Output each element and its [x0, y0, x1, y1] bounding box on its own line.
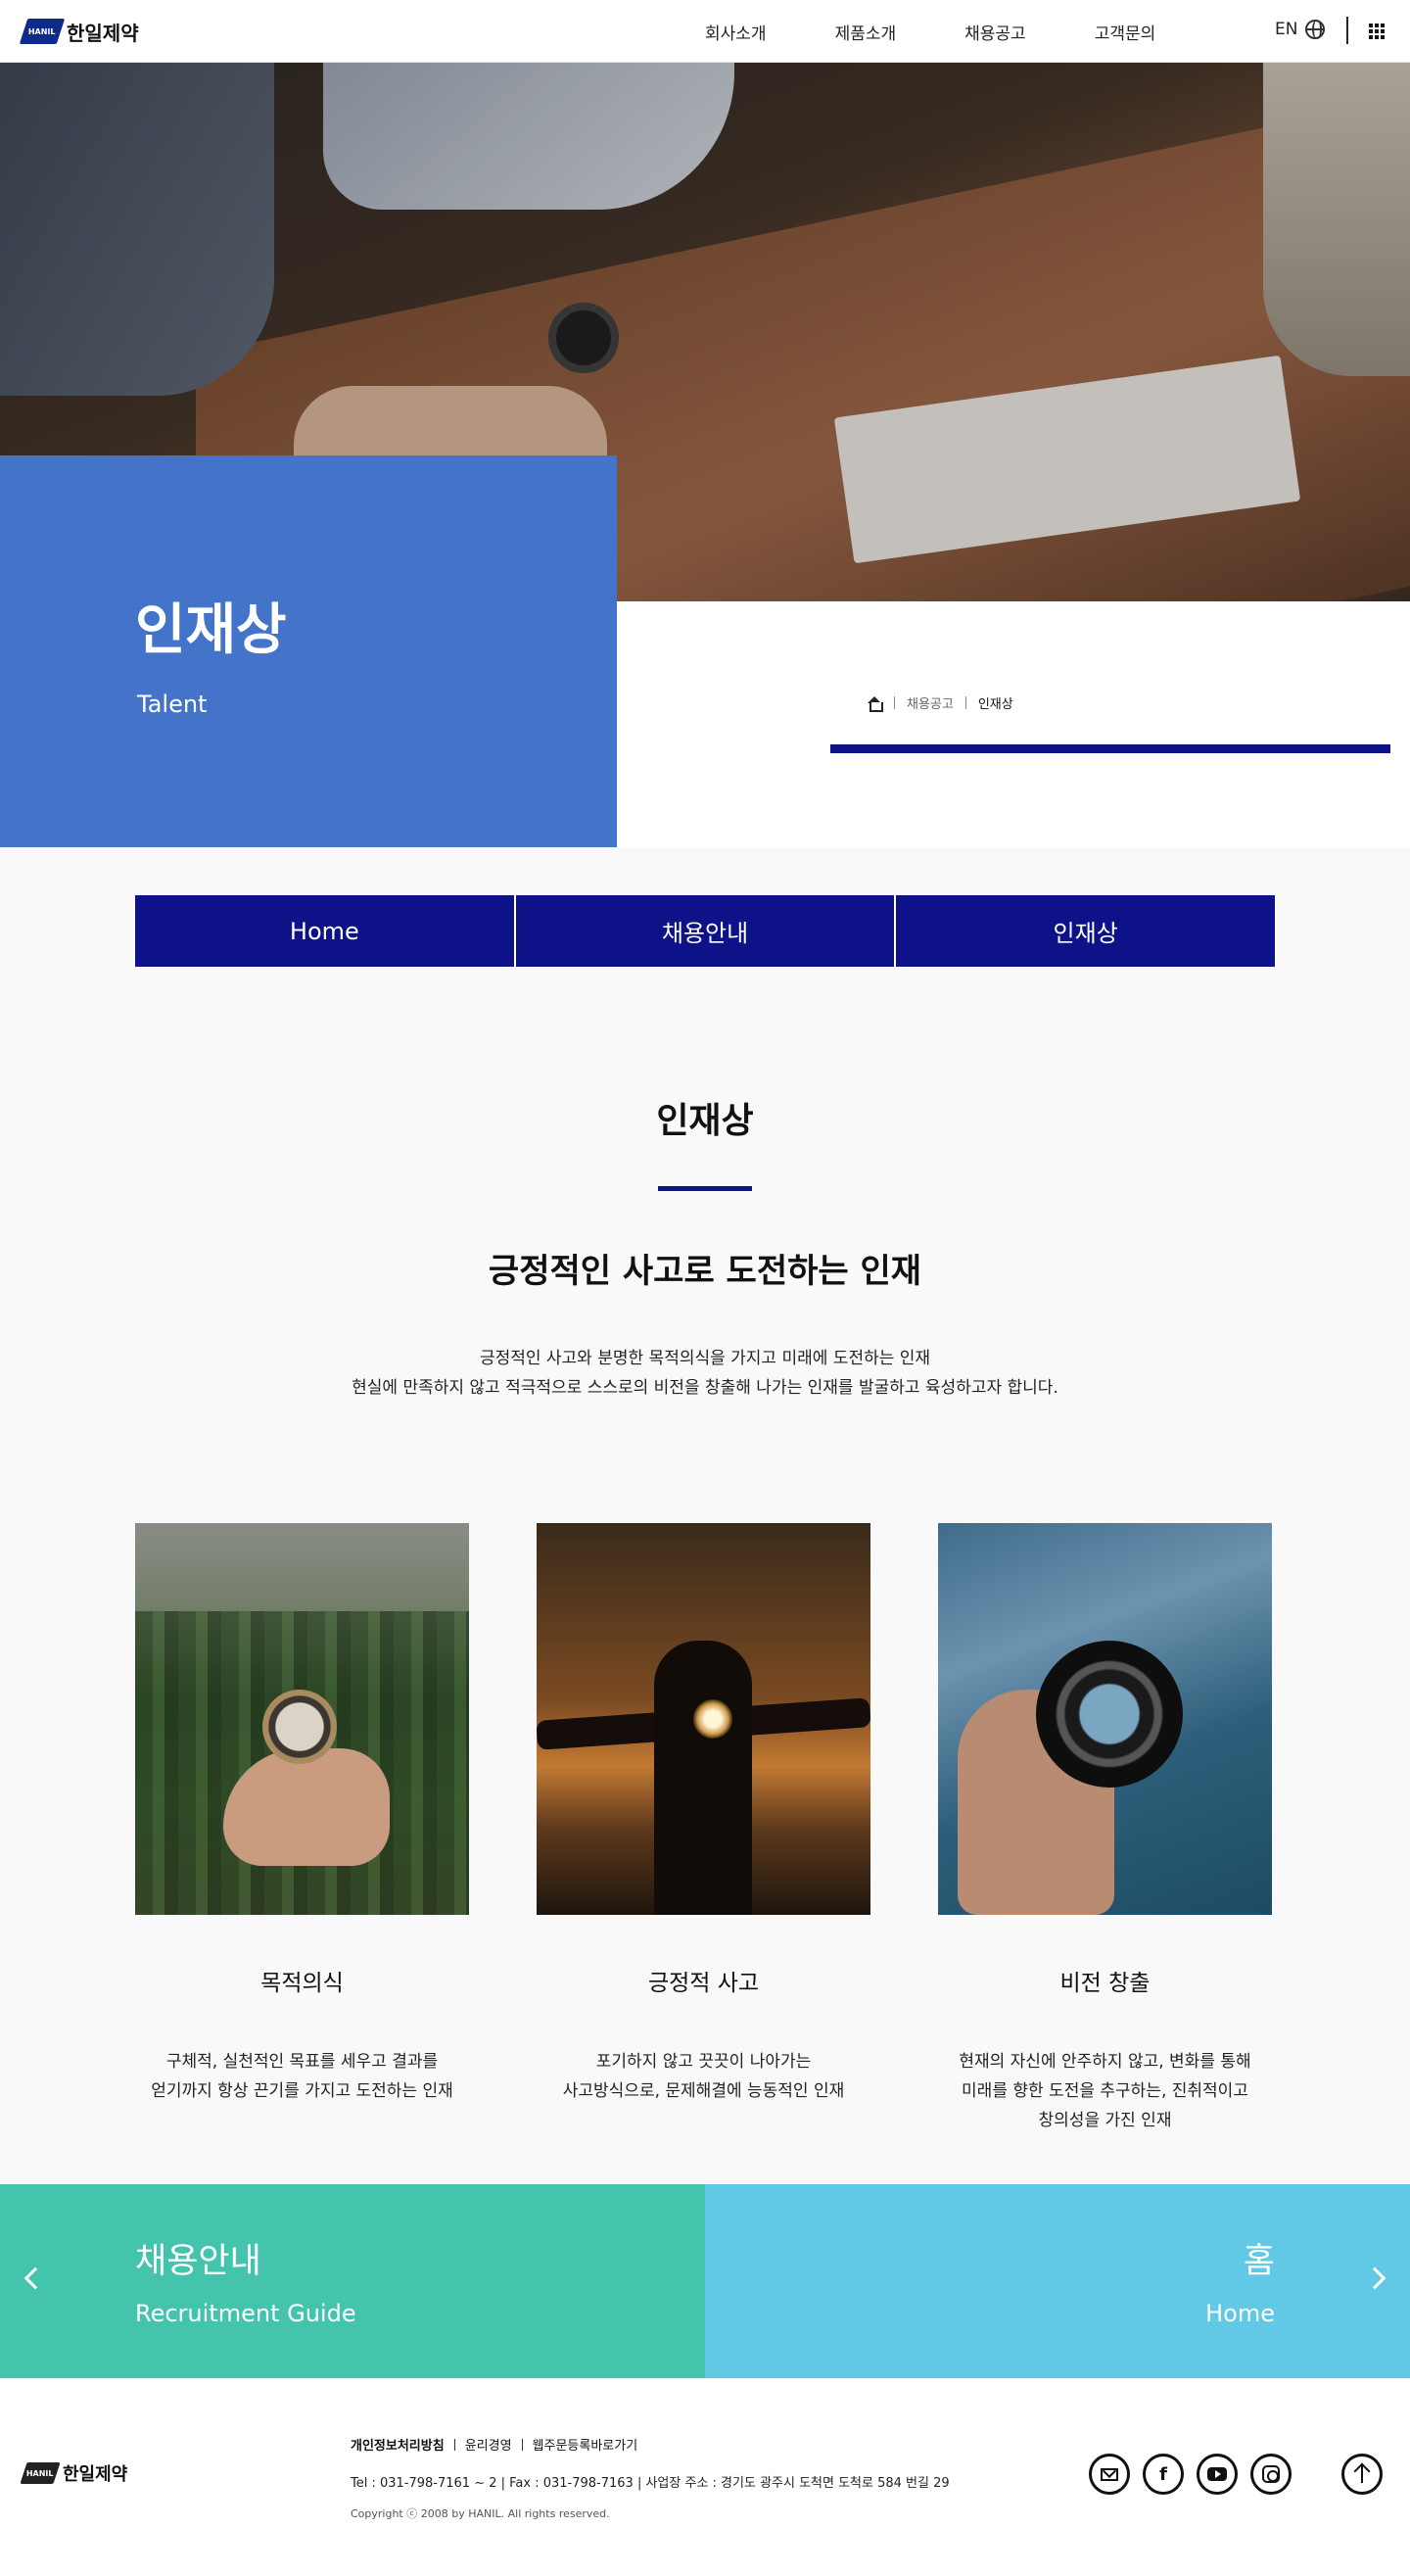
globe-icon [1305, 20, 1326, 39]
site-header: HANIL 한일제약 회사소개 제품소개 채용공고 고객문의 EN [0, 0, 1410, 63]
logo-text: 한일제약 [63, 2464, 128, 2485]
description-line: 긍정적인 사고와 분명한 목적의식을 가지고 미래에 도전하는 인재 [479, 1349, 931, 1368]
card-description-line: 사고방식으로, 문제해결에 능동적인 인재 [562, 2081, 845, 2101]
language-switch[interactable]: EN [1275, 20, 1326, 39]
tab-recruit-guide[interactable]: 채용안내 [515, 895, 897, 967]
chevron-right-icon [1363, 2266, 1386, 2290]
compass-icon [262, 1690, 337, 1764]
privacy-policy-link[interactable]: 개인정보처리방침 [351, 2435, 445, 2454]
person-silhouette [654, 1641, 752, 1915]
site-footer: HANIL 한일제약 개인정보처리방침 윤리경영 웹주문등록바로가기 Tel :… [0, 2378, 1410, 2576]
banner-subtitle: Home [1205, 2300, 1275, 2327]
logo-text: 한일제약 [67, 21, 139, 45]
camera-lens [1036, 1641, 1183, 1788]
instagram-glyph [1262, 2465, 1280, 2483]
breadcrumb-bar [830, 744, 1390, 753]
tab-home[interactable]: Home [135, 895, 516, 967]
card-image-sunset [537, 1523, 870, 1915]
card-title: 비전 창출 [1059, 1971, 1151, 1996]
nav-recruit[interactable]: 채용공고 [964, 20, 1026, 44]
card-description: 현재의 자신에 안주하지 않고, 변화를 통해 미래를 향한 도전을 추구하는,… [938, 2047, 1272, 2135]
chevron-left-icon [24, 2266, 47, 2290]
breadcrumb-separator [964, 696, 966, 709]
mail-glyph [1101, 2467, 1118, 2481]
card-description-line: 창의성을 가진 인재 [1038, 2111, 1172, 2130]
description-line: 현실에 만족하지 않고 적극적으로 스스로의 비전을 창출해 나가는 인재를 발… [352, 1378, 1058, 1398]
scroll-top-icon[interactable] [1341, 2454, 1383, 2495]
breadcrumb-current: 인재상 [977, 697, 1013, 712]
web-order-link[interactable]: 웹주문등록바로가기 [533, 2435, 638, 2454]
nav-contact[interactable]: 고객문의 [1095, 20, 1156, 44]
card-title: 목적의식 [260, 1971, 344, 1996]
footer-logo[interactable]: HANIL 한일제약 [20, 2460, 128, 2486]
section-description: 긍정적인 사고와 분명한 목적의식을 가지고 미래에 도전하는 인재 현실에 만… [0, 1344, 1410, 1403]
card-image-compass [135, 1523, 469, 1915]
section-headline: 긍정적인 사고로 도전하는 인재 [488, 1252, 922, 1291]
sun-glow [693, 1699, 732, 1739]
facebook-icon[interactable]: f [1143, 2454, 1184, 2495]
home-icon[interactable] [867, 695, 883, 712]
logo-mark: HANIL [20, 2462, 61, 2484]
mail-icon[interactable] [1089, 2454, 1130, 2495]
logo-mark-text: HANIL [28, 26, 56, 36]
footer-separator [453, 2438, 455, 2451]
logo-mark: HANIL [19, 19, 66, 44]
grid-menu-icon[interactable] [1369, 24, 1385, 39]
breadcrumb-recruit[interactable]: 채용공고 [907, 693, 954, 712]
main-nav: 회사소개 제품소개 채용공고 고객문의 [705, 0, 1224, 63]
breadcrumb-separator [894, 696, 895, 709]
site-logo[interactable]: HANIL 한일제약 [19, 18, 139, 45]
youtube-icon[interactable] [1197, 2454, 1238, 2495]
card-title: 긍정적 사고 [647, 1971, 760, 1996]
card-image-lens [938, 1523, 1272, 1915]
card-description-line: 포기하지 않고 끗끗이 나아가는 [595, 2052, 812, 2072]
page-subtitle: Talent [137, 691, 208, 718]
header-divider [1346, 17, 1348, 44]
footer-links: 개인정보처리방침 윤리경영 웹주문등록바로가기 [351, 2435, 637, 2454]
sub-nav-tabs: Home 채용안내 인재상 [135, 895, 1276, 967]
ethics-link[interactable]: 윤리경영 [465, 2435, 512, 2454]
card-description-line: 현재의 자신에 안주하지 않고, 변화를 통해 [959, 2052, 1251, 2072]
tab-talent[interactable]: 인재상 [896, 895, 1276, 967]
nav-products[interactable]: 제품소개 [835, 20, 897, 44]
page-title-box: 인재상 Talent [0, 455, 617, 847]
card-description: 구체적, 실천적인 목표를 세우고 결과를 얻기까지 항상 끈기를 가지고 도전… [135, 2047, 469, 2106]
hero-white-panel [617, 602, 1410, 847]
facebook-glyph: f [1159, 2463, 1167, 2485]
copyright: Copyright ⓒ 2008 by HANIL. All rights re… [351, 2507, 610, 2520]
footer-separator [521, 2438, 523, 2451]
language-label: EN [1275, 20, 1298, 39]
page-title: 인재상 [135, 598, 287, 662]
card-description-line: 얻기까지 항상 끈기를 가지고 도전하는 인재 [151, 2081, 453, 2101]
card-description: 포기하지 않고 끗끗이 나아가는 사고방식으로, 문제해결에 능동적인 인재 [537, 2047, 870, 2106]
card-description-line: 미래를 향한 도전을 추구하는, 진취적이고 [962, 2081, 1248, 2101]
prev-page-banner[interactable]: 채용안내 Recruitment Guide [0, 2184, 705, 2378]
main-content: Home 채용안내 인재상 인재상 긍정적인 사고로 도전하는 인재 긍정적인 … [0, 847, 1410, 2184]
company-info: Tel : 031-798-7161 ~ 2 | Fax : 031-798-7… [351, 2476, 950, 2491]
instagram-icon[interactable] [1250, 2454, 1292, 2495]
section-title-underline [658, 1186, 752, 1191]
banner-title: 홈 [1243, 2242, 1275, 2281]
nav-company[interactable]: 회사소개 [705, 20, 767, 44]
youtube-glyph [1207, 2467, 1227, 2481]
banner-title: 채용안내 [135, 2242, 261, 2281]
banner-subtitle: Recruitment Guide [135, 2300, 356, 2327]
logo-mark-text: HANIL [26, 2468, 54, 2478]
card-description-line: 구체적, 실천적인 목표를 세우고 결과를 [165, 2052, 439, 2072]
next-page-banner[interactable]: 홈 Home [705, 2184, 1410, 2378]
section-title: 인재상 [656, 1101, 754, 1141]
arrow-up-glyph [1361, 2465, 1363, 2483]
breadcrumb: 채용공고 인재상 [867, 693, 1013, 712]
